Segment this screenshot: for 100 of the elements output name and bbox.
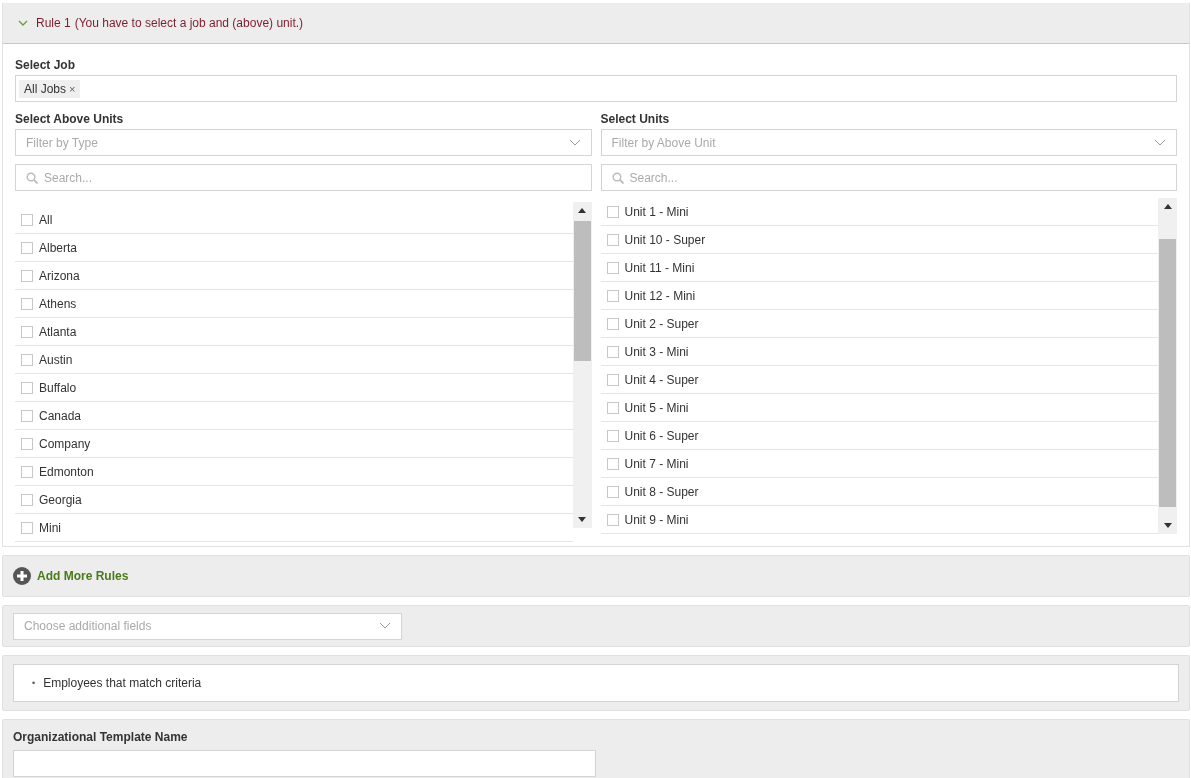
search-icon (26, 172, 38, 184)
chevron-down-icon (18, 19, 28, 27)
checkbox-row[interactable]: Unit 10 - Super (600, 226, 1158, 254)
checkbox[interactable] (21, 465, 33, 478)
checkbox-row[interactable]: Unit 4 - Super (600, 366, 1158, 394)
field-label: Select Job (15, 58, 77, 72)
option-label: Unit 1 - Mini (624, 204, 689, 219)
tag-label: All Jobs (24, 81, 67, 96)
checkbox[interactable] (606, 317, 619, 330)
chevron-down-icon (379, 622, 391, 630)
option-label: Georgia (39, 492, 82, 507)
option-label: Edmonton (39, 464, 94, 479)
option-label: Company (39, 436, 91, 451)
rule-title: Rule 1 (36, 16, 71, 30)
checkbox[interactable] (606, 205, 619, 218)
checkbox[interactable] (606, 429, 619, 442)
checkbox-row[interactable]: Edmonton (15, 458, 573, 486)
checkbox-row[interactable]: Canada (15, 402, 573, 430)
checkbox[interactable] (606, 345, 619, 358)
chevron-down-icon (1154, 138, 1166, 147)
option-label: Unit 5 - Mini (624, 400, 689, 415)
checkbox-row[interactable]: Georgia (15, 486, 573, 514)
dropdown-placeholder: Filter by Above Unit (611, 135, 716, 150)
option-label: Unit 9 - Mini (624, 512, 689, 527)
option-label: Unit 10 - Super (624, 232, 706, 247)
scrollbar[interactable] (1158, 198, 1177, 534)
checkbox[interactable] (606, 261, 619, 274)
option-label: Unit 6 - Super (624, 428, 699, 443)
checkbox[interactable] (21, 381, 33, 394)
checkbox[interactable] (21, 409, 33, 422)
checkbox[interactable] (21, 521, 33, 534)
checkbox-row[interactable]: Arizona (15, 262, 573, 290)
checkbox-row[interactable]: Unit 11 - Mini (600, 254, 1158, 282)
search-field[interactable]: Search... (15, 164, 592, 191)
template-name-input[interactable] (13, 750, 596, 777)
option-label: Unit 4 - Super (624, 372, 699, 387)
option-label: Unit 7 - Mini (624, 456, 689, 471)
checkbox-row[interactable]: Austin (15, 346, 573, 374)
dropdown-placeholder: Filter by Type (26, 135, 98, 150)
option-label: Austin (39, 352, 73, 367)
field-label: Select Units (600, 112, 671, 126)
option-label: All (39, 212, 53, 227)
add-more-rules-button[interactable]: Add More Rules (13, 567, 129, 585)
option-label: Buffalo (39, 380, 77, 395)
field-label: Select Above Units (15, 112, 125, 126)
checkbox-row[interactable]: Athens (15, 290, 573, 318)
scroll-up-arrow-icon (1163, 204, 1172, 209)
rule-note: (You have to select a job and (above) unit.) (74, 16, 304, 30)
option-label: Unit 2 - Super (624, 316, 699, 331)
option-label: Canada (39, 408, 82, 423)
dropdown-placeholder: Choose additional fields (24, 619, 152, 633)
checkbox-row[interactable]: Mini (15, 514, 573, 542)
option-label: Alberta (39, 240, 78, 255)
checkbox-row[interactable]: Unit 1 - Mini (600, 198, 1158, 226)
scrollbar-thumb[interactable] (573, 221, 591, 361)
checkbox[interactable] (606, 457, 619, 470)
checkbox[interactable] (21, 269, 33, 282)
remove-tag-button[interactable]: × (69, 82, 76, 95)
checkbox-row[interactable]: Unit 8 - Super (600, 478, 1158, 506)
option-label: Unit 3 - Mini (624, 344, 689, 359)
checkbox-row[interactable]: Unit 9 - Mini (600, 506, 1158, 534)
checkbox[interactable] (606, 485, 619, 498)
scrollbar-thumb[interactable] (1159, 239, 1176, 507)
scroll-down-arrow-icon (1163, 523, 1172, 528)
checkbox[interactable] (21, 353, 33, 366)
field-label: Organizational Template Name (13, 730, 189, 744)
checkbox-row[interactable]: Unit 2 - Super (600, 310, 1158, 338)
checkbox-row[interactable]: Unit 3 - Mini (600, 338, 1158, 366)
checkbox-row[interactable]: Unit 6 - Super (600, 422, 1158, 450)
checkbox[interactable] (21, 437, 33, 450)
rule-header[interactable]: Rule 1 (You have to select a job and (above) unit.) (3, 3, 1189, 44)
option-label: Unit 11 - Mini (624, 260, 695, 275)
checkbox[interactable] (21, 241, 33, 254)
job-select-field[interactable]: All Jobs × (15, 75, 1177, 102)
search-icon (611, 172, 624, 184)
search-field[interactable]: Search... (600, 164, 1177, 191)
checkbox-row[interactable]: Atlanta (15, 318, 573, 346)
checkbox-row[interactable]: Alberta (15, 234, 573, 262)
checkbox[interactable] (606, 401, 619, 414)
checkbox[interactable] (606, 373, 619, 386)
plus-circle-icon (13, 567, 31, 585)
checkbox[interactable] (21, 297, 33, 310)
option-label: Athens (39, 296, 77, 311)
scroll-down-arrow-icon (578, 517, 586, 522)
option-label: Unit 12 - Mini (624, 288, 696, 303)
checkbox-row[interactable]: All (15, 206, 573, 234)
checkbox-row[interactable]: Unit 5 - Mini (600, 394, 1158, 422)
checkbox[interactable] (606, 289, 619, 302)
checkbox[interactable] (21, 493, 33, 506)
checkbox-row[interactable]: Buffalo (15, 374, 573, 402)
option-label: Unit 8 - Super (624, 484, 699, 499)
checkbox-row[interactable]: Company (15, 430, 573, 458)
checkbox[interactable] (21, 325, 33, 338)
option-label: Atlanta (39, 324, 77, 339)
checkbox-row[interactable]: Unit 7 - Mini (600, 450, 1158, 478)
checkbox[interactable] (606, 513, 619, 526)
checkbox[interactable] (21, 213, 33, 226)
checkbox[interactable] (606, 233, 619, 246)
checkbox-row[interactable]: Unit 12 - Mini (600, 282, 1158, 310)
scrollbar[interactable] (572, 202, 592, 528)
